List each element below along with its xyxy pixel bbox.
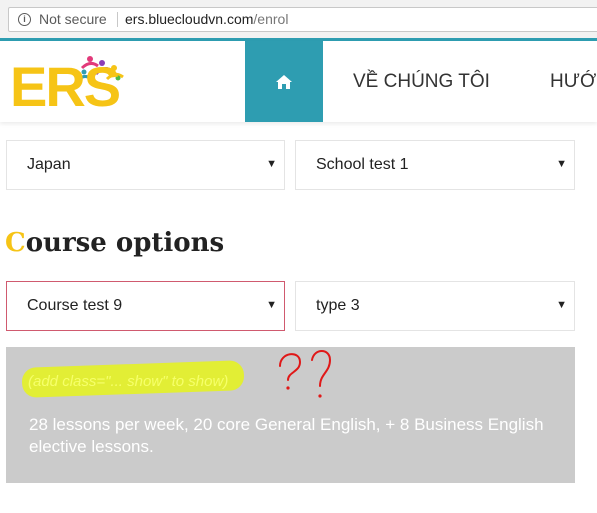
info-icon[interactable]: i: [18, 13, 31, 26]
logo-text: ERS: [10, 55, 121, 118]
question-marks-annotation: [279, 350, 332, 398]
course-select[interactable]: Course test 9 ▼: [6, 281, 285, 331]
nav-about-us[interactable]: VỀ CHÚNG TÔI: [353, 71, 490, 93]
nav-guide[interactable]: HƯỚ: [550, 71, 596, 93]
url-host: ers.bluecloudvn.com: [125, 11, 254, 27]
course-description: 28 lessons per week, 20 core General Eng…: [29, 415, 544, 456]
site-header: ERS VỀ CHÚNG TÔI HƯỚ: [0, 41, 597, 122]
heading-first-letter: C: [5, 228, 26, 258]
home-icon: [276, 75, 292, 89]
country-value: Japan: [27, 156, 71, 173]
chevron-down-icon: ▼: [556, 158, 567, 170]
chevron-down-icon: ▼: [266, 299, 277, 311]
course-value: Course test 9: [27, 297, 123, 314]
url-path: /enrol: [253, 11, 289, 27]
home-nav-button[interactable]: [245, 41, 323, 122]
course-options-heading: Course options: [5, 228, 224, 258]
address-bar[interactable]: i Not secure ers.bluecloudvn.com/enrol: [8, 7, 597, 32]
show-class-hint: (add class="... show" to show): [28, 373, 229, 390]
security-label[interactable]: Not secure: [39, 11, 107, 27]
url-text[interactable]: ers.bluecloudvn.com/enrol: [125, 11, 288, 27]
address-separator: [117, 12, 118, 27]
chevron-down-icon: ▼: [266, 158, 277, 170]
chevron-down-icon: ▼: [556, 299, 567, 311]
school-value: School test 1: [316, 156, 409, 173]
type-select[interactable]: type 3 ▼: [295, 281, 575, 331]
site-logo[interactable]: ERS: [10, 54, 128, 118]
type-value: type 3: [316, 297, 360, 314]
school-select[interactable]: School test 1 ▼: [295, 140, 575, 190]
heading-rest: ourse options: [25, 228, 225, 258]
browser-toolbar: i Not secure ers.bluecloudvn.com/enrol: [0, 0, 597, 38]
country-select[interactable]: Japan ▼: [6, 140, 285, 190]
